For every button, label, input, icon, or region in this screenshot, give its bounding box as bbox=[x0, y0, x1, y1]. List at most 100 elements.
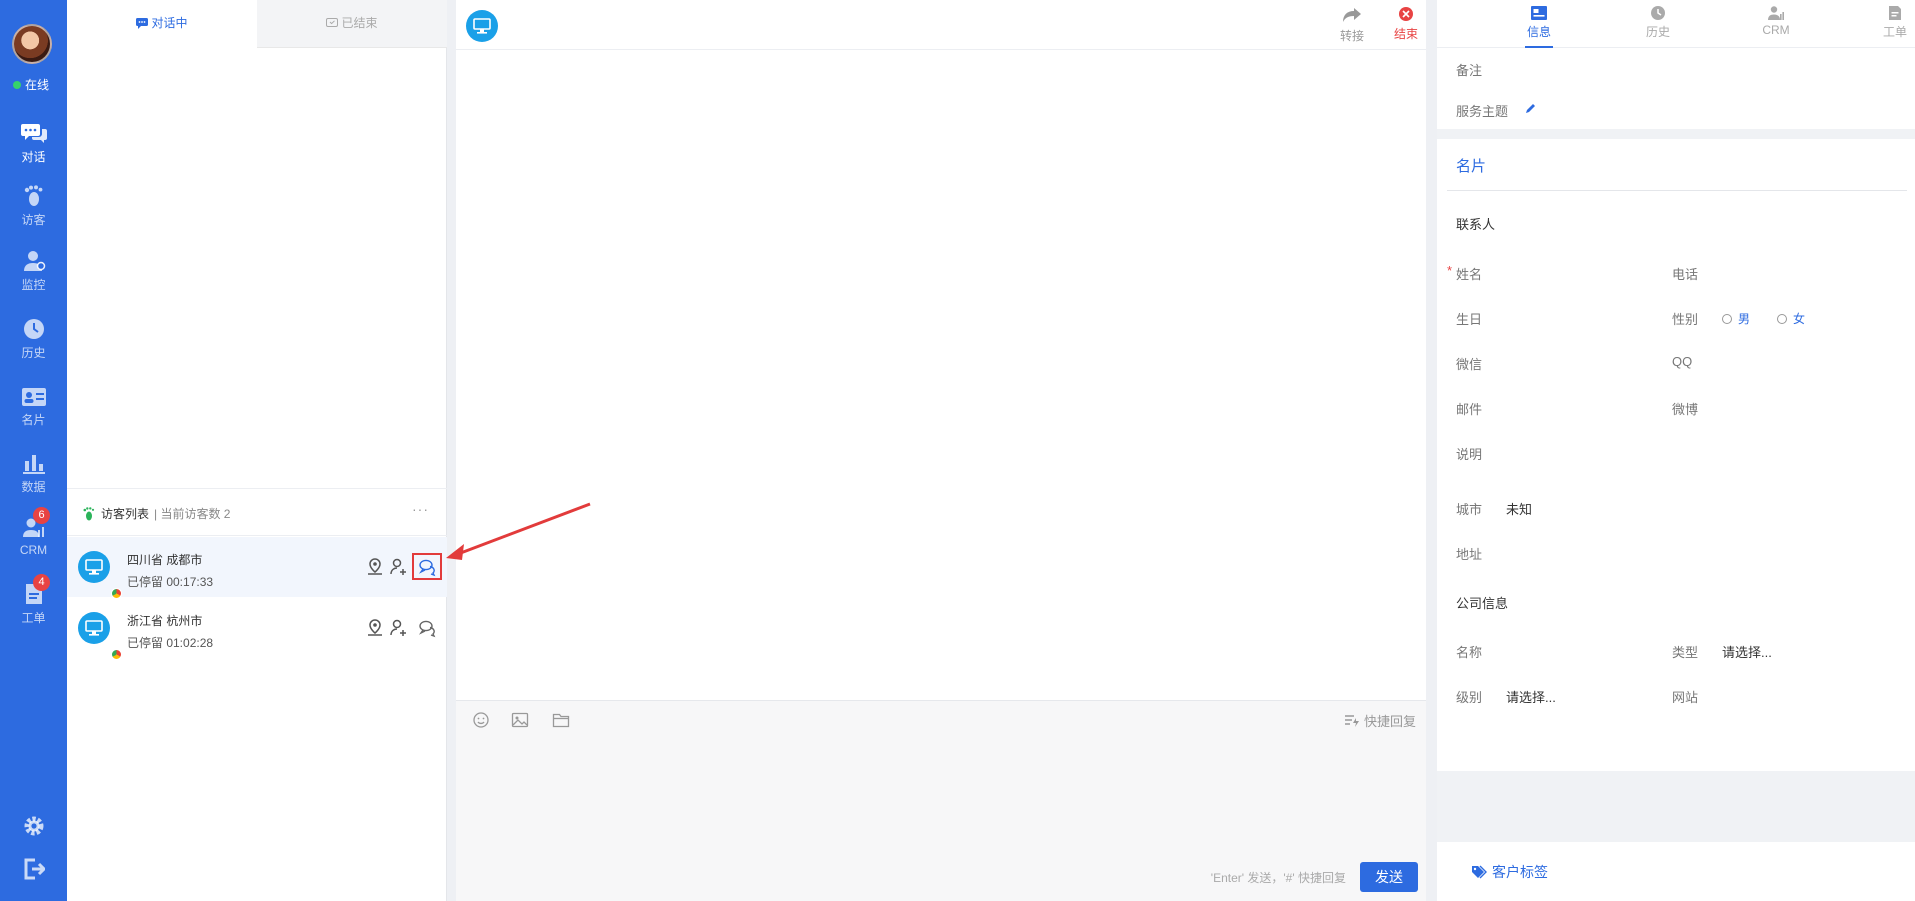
app: 在线 对话 访客 监控 历史 名片 数据 CRM 6 工单 4 对话中 已结束 … bbox=[0, 0, 1915, 901]
nav-label: 工单 bbox=[21, 611, 46, 625]
location-pin-icon[interactable] bbox=[365, 557, 385, 577]
tab-label: 已结束 bbox=[341, 16, 378, 30]
visitor-location: 浙江省 杭州市 bbox=[127, 614, 203, 628]
nav-label: 对话 bbox=[21, 150, 46, 164]
website-field[interactable]: 网站 bbox=[1672, 687, 1698, 706]
info-panel: 信息 历史 CRM 工单 备注 服务主题 名片 联系人 * 姓名 电话 生日 性… bbox=[1437, 0, 1915, 901]
tab-active-chats[interactable]: 对话中 bbox=[67, 0, 257, 48]
nav-item-chat[interactable]: 对话 bbox=[0, 122, 67, 165]
gear-icon bbox=[24, 816, 43, 836]
nav-label: 访客 bbox=[21, 213, 46, 227]
radio-label: 女 bbox=[1793, 312, 1806, 326]
customer-tag-section: 客户标签 bbox=[1437, 842, 1915, 901]
company-type-select[interactable]: 请选择... bbox=[1722, 642, 1772, 661]
customer-tag-label: 客户标签 bbox=[1492, 864, 1548, 880]
bar-chart-icon bbox=[22, 455, 45, 474]
city-value[interactable]: 未知 bbox=[1506, 499, 1532, 518]
chrome-browser-icon bbox=[111, 649, 122, 660]
agent-avatar[interactable] bbox=[12, 24, 52, 64]
divider bbox=[1447, 190, 1907, 191]
nav-item-visitor[interactable]: 访客 bbox=[0, 185, 67, 228]
add-contact-icon[interactable] bbox=[389, 557, 409, 577]
email-field[interactable]: 邮件 bbox=[1456, 399, 1482, 418]
nav-label: 监控 bbox=[21, 278, 46, 292]
remark-label: 备注 bbox=[1456, 63, 1483, 78]
chat-icon bbox=[20, 124, 47, 143]
image-icon[interactable] bbox=[511, 711, 529, 729]
company-level-select[interactable]: 请选择... bbox=[1506, 687, 1556, 706]
visitor-row[interactable]: 四川省 成都市 已停留 00:17:33 bbox=[67, 537, 447, 599]
nav-item-crm[interactable]: CRM bbox=[0, 517, 67, 557]
service-card: 备注 服务主题 bbox=[1437, 48, 1915, 129]
info-tab-label: 信息 bbox=[1526, 25, 1551, 39]
quick-reply-button[interactable]: 快捷回复 bbox=[1344, 711, 1416, 730]
city-label: 城市 bbox=[1456, 502, 1483, 517]
invite-chat-icon[interactable] bbox=[417, 618, 437, 638]
gender-male-radio[interactable]: 男 bbox=[1722, 310, 1750, 327]
visitor-location: 四川省 成都市 bbox=[127, 553, 203, 567]
gender-female-radio[interactable]: 女 bbox=[1777, 310, 1805, 327]
ticket-icon bbox=[1889, 6, 1901, 20]
nav-label: 数据 bbox=[21, 480, 46, 494]
visitor-count: | 当前访客数 2 bbox=[154, 507, 231, 521]
card-icon bbox=[21, 388, 46, 406]
company-level-label: 级别 bbox=[1456, 690, 1483, 705]
nav-item-data[interactable]: 数据 bbox=[0, 452, 67, 495]
required-mark: * bbox=[1447, 263, 1453, 278]
nav-item-ticket[interactable]: 工单 bbox=[0, 583, 67, 626]
add-contact-icon[interactable] bbox=[389, 618, 409, 638]
pencil-icon[interactable] bbox=[1525, 102, 1537, 114]
tab-history[interactable]: 历史 bbox=[1628, 5, 1688, 40]
message-composer[interactable]: 快捷回复 'Enter' 发送，'#' 快捷回复 发送 bbox=[456, 700, 1426, 901]
file-icon[interactable] bbox=[552, 711, 570, 729]
info-card-icon bbox=[1531, 6, 1547, 20]
emoji-icon[interactable] bbox=[472, 711, 490, 729]
quick-reply-label: 快捷回复 bbox=[1363, 714, 1416, 729]
birthday-field[interactable]: 生日 bbox=[1456, 309, 1482, 328]
footprint-icon bbox=[83, 506, 95, 520]
radio-circle bbox=[1722, 313, 1732, 324]
settings-button[interactable] bbox=[0, 814, 67, 842]
transfer-button[interactable]: 转接 bbox=[1332, 6, 1372, 44]
description-field[interactable]: 说明 bbox=[1456, 444, 1482, 463]
location-pin-icon[interactable] bbox=[365, 618, 385, 638]
company-name-field[interactable]: 名称 bbox=[1456, 642, 1482, 661]
desktop-icon bbox=[85, 559, 103, 575]
online-status[interactable]: 在线 bbox=[13, 76, 49, 93]
company-type-label: 类型 bbox=[1672, 645, 1699, 660]
logout-icon bbox=[24, 858, 45, 880]
tag-icon bbox=[1472, 865, 1487, 879]
nav-label: 历史 bbox=[21, 346, 46, 360]
chat-panel: 转接 结束 快捷回复 'Enter' 发送，'#' 快捷回复 发送 bbox=[456, 0, 1426, 901]
nav-item-monitor[interactable]: 监控 bbox=[0, 250, 67, 293]
nav-item-card[interactable]: 名片 bbox=[0, 387, 67, 428]
share-arrow-icon bbox=[1343, 8, 1361, 22]
close-circle-icon bbox=[1399, 7, 1413, 21]
logout-button[interactable] bbox=[0, 858, 67, 884]
customer-tag-button[interactable]: 客户标签 bbox=[1471, 862, 1548, 882]
nav-item-history[interactable]: 历史 bbox=[0, 318, 67, 361]
end-chat-button[interactable]: 结束 bbox=[1386, 6, 1426, 42]
visitor-row[interactable]: 浙江省 杭州市 已停留 01:02:28 bbox=[67, 598, 447, 660]
radio-circle bbox=[1777, 313, 1787, 324]
footprint-icon bbox=[24, 185, 42, 206]
tab-crm[interactable]: CRM bbox=[1746, 5, 1806, 37]
address-field[interactable]: 地址 bbox=[1456, 544, 1482, 563]
business-card-section: 名片 联系人 * 姓名 电话 生日 性别 男 女 微信 QQ 邮件 微博 说明 … bbox=[1437, 139, 1915, 771]
name-field[interactable]: 姓名 bbox=[1456, 264, 1482, 283]
send-button[interactable]: 发送 bbox=[1360, 862, 1418, 892]
visitor-list-label: 访客列表 bbox=[101, 507, 150, 521]
wechat-field[interactable]: 微信 bbox=[1456, 354, 1482, 373]
tab-ticket[interactable]: 工单 bbox=[1865, 5, 1915, 40]
quick-reply-icon bbox=[1344, 714, 1359, 727]
more-options-button[interactable]: ··· bbox=[412, 501, 429, 517]
weibo-field[interactable]: 微博 bbox=[1672, 399, 1698, 418]
clock-icon bbox=[23, 319, 44, 339]
info-tab-label: 历史 bbox=[1645, 25, 1670, 39]
phone-field[interactable]: 电话 bbox=[1672, 264, 1698, 283]
tab-info[interactable]: 信息 bbox=[1509, 5, 1569, 48]
nav-label: 名片 bbox=[21, 413, 46, 427]
tab-ended-chats[interactable]: 已结束 bbox=[257, 0, 447, 48]
qq-field[interactable]: QQ bbox=[1672, 354, 1692, 369]
chat-visitor-avatar bbox=[466, 10, 498, 42]
